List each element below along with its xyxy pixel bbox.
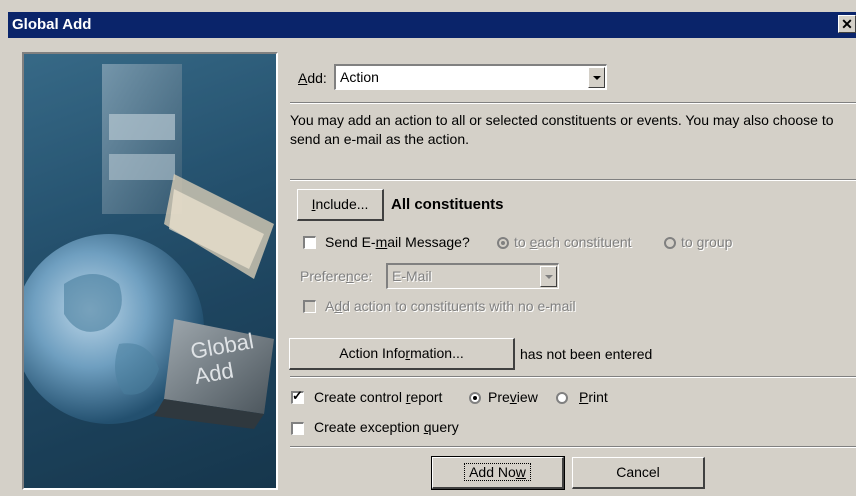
add-now-button[interactable]: Add Now [431, 456, 565, 490]
close-icon: ✕ [841, 16, 853, 32]
preview-label: Preview [488, 389, 538, 405]
chevron-down-icon[interactable] [540, 266, 557, 287]
illustration-graphic: Global Add [24, 54, 276, 488]
preference-label: Preference: [300, 268, 373, 284]
to-group-label: to group [681, 234, 733, 250]
window-title: Global Add [12, 16, 92, 33]
print-label: Print [579, 389, 608, 405]
cancel-button[interactable]: Cancel [572, 457, 705, 489]
to-group-radio[interactable] [664, 237, 676, 249]
add-action-no-email-checkbox[interactable] [303, 300, 316, 313]
include-status: All constituents [391, 196, 504, 213]
create-exception-query-checkbox[interactable] [291, 422, 304, 435]
to-each-constituent-label: to each constituent [514, 234, 632, 250]
create-control-report-label: Create control report [314, 389, 443, 405]
chevron-down-icon[interactable] [588, 67, 605, 88]
to-each-constituent-radio[interactable] [497, 237, 509, 249]
add-type-value: Action [340, 69, 379, 85]
add-type-select[interactable]: Action [334, 64, 607, 90]
close-button[interactable]: ✕ [838, 15, 856, 33]
action-information-status: has not been entered [520, 346, 653, 362]
global-add-dialog: Global Add ✕ Global Add Add: Action You … [0, 0, 856, 496]
send-email-checkbox[interactable] [303, 236, 316, 249]
preference-select[interactable]: E-Mail [386, 263, 559, 289]
separator [290, 376, 856, 378]
title-bar: Global Add ✕ [8, 12, 856, 38]
add-label: Add: [298, 70, 327, 86]
print-radio[interactable] [556, 392, 568, 404]
global-add-illustration: Global Add [22, 52, 278, 490]
description-text: You may add an action to all or selected… [290, 112, 834, 147]
checkmark-icon: ✓ [292, 388, 303, 403]
dialog-body: Global Add Add: Action You may add an ac… [8, 38, 856, 496]
preference-value: E-Mail [392, 268, 432, 284]
preview-radio[interactable] [469, 392, 481, 404]
create-exception-query-label: Create exception query [314, 419, 459, 435]
action-information-button[interactable]: Action Information... [289, 338, 515, 370]
separator [290, 446, 856, 448]
send-email-label: Send E-mail Message? [325, 234, 470, 250]
separator [290, 102, 856, 104]
create-control-report-checkbox[interactable]: ✓ [291, 388, 304, 404]
separator [290, 179, 856, 181]
include-button[interactable]: Include... [297, 189, 384, 221]
add-action-no-email-label: Add action to constituents with no e-mai… [325, 298, 576, 314]
